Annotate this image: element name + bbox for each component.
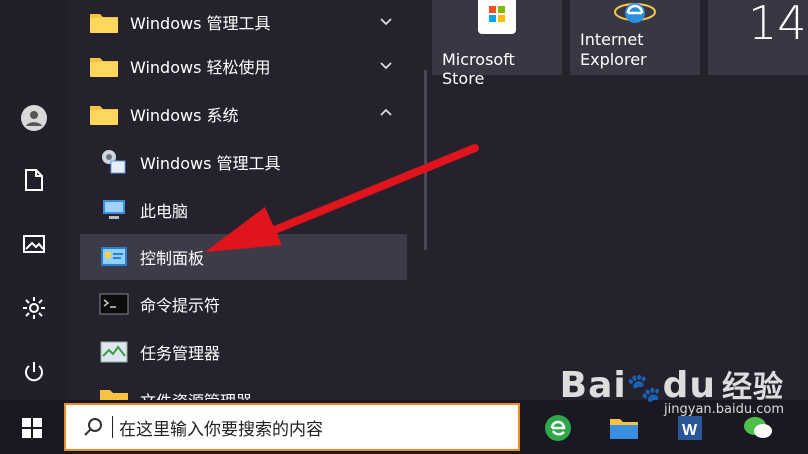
baidu-jingyan-watermark: Bai🐾du 经验 jingyan.baidu.com [560,362,784,417]
app-item-this-pc[interactable]: 此电脑 [80,188,407,232]
this-pc-icon [98,194,130,226]
svg-text:W: W [682,422,698,439]
user-icon[interactable] [14,98,54,138]
app-list: Windows 管理工具 Windows 轻松使用 Windows 系统 Win… [68,0,413,400]
app-item-label: Windows 管理工具 [140,154,281,173]
app-item-file-explorer[interactable]: 文件资源管理器 [80,376,407,400]
store-icon [478,0,516,34]
app-item-windows-admin-tools-folder[interactable]: Windows 管理工具 [80,0,407,44]
app-item-label: 命令提示符 [140,296,221,315]
folder-icon [98,382,130,400]
watermark-url: jingyan.baidu.com [664,402,784,417]
admin-tools-icon [98,146,130,178]
taskbar-search-box[interactable]: 在这里输入你要搜索的内容 [64,403,520,451]
tile-microsoft-store[interactable]: Microsoft Store [432,0,562,88]
app-item-label: Windows 系统 [130,106,239,125]
app-item-label: 文件资源管理器 [140,388,252,400]
app-item-windows-system-folder[interactable]: Windows 系统 [80,92,407,136]
folder-icon [88,50,120,82]
power-icon[interactable] [14,352,54,392]
document-icon[interactable] [14,160,54,200]
search-placeholder: 在这里输入你要搜索的内容 [119,419,323,440]
tile-label-line2: Explorer [580,50,647,69]
tile-label-line1: Internet [580,30,644,49]
text-caret [112,416,113,438]
start-menu-rail [0,0,68,400]
windows-start-icon[interactable] [8,408,56,448]
calendar-day-number: 14 [748,0,807,50]
tile-calendar[interactable]: 14 [708,0,808,75]
app-item-label: Windows 管理工具 [130,14,271,33]
settings-icon[interactable] [14,288,54,328]
chevron-down-icon[interactable] [377,12,395,30]
chevron-down-icon[interactable] [377,56,395,74]
control-panel-icon [98,241,130,273]
app-item-label: 控制面板 [140,249,205,268]
app-item-windows-admin-tools[interactable]: Windows 管理工具 [80,140,407,184]
app-item-label: 此电脑 [140,202,189,221]
chevron-up-icon[interactable] [377,104,395,122]
search-icon [84,418,102,436]
app-item-label: Windows 轻松使用 [130,58,271,77]
app-item-control-panel[interactable]: 控制面板 [80,234,407,280]
folder-icon [88,98,120,130]
app-list-scrollbar[interactable] [424,70,427,250]
cmd-icon [98,288,130,320]
tile-label: Microsoft Store [442,50,515,88]
app-item-windows-ease-of-access-folder[interactable]: Windows 轻松使用 [80,44,407,88]
tile-internet-explorer[interactable]: Internet Explorer [570,0,700,75]
app-item-label: 任务管理器 [140,344,221,363]
app-item-task-manager[interactable]: 任务管理器 [80,330,407,374]
app-item-command-prompt[interactable]: 命令提示符 [80,282,407,326]
ie-icon [614,0,656,34]
task-manager-icon [98,336,130,368]
pictures-icon[interactable] [14,224,54,264]
folder-icon [88,6,120,38]
watermark-logo: Bai🐾du 经验 [559,365,784,406]
